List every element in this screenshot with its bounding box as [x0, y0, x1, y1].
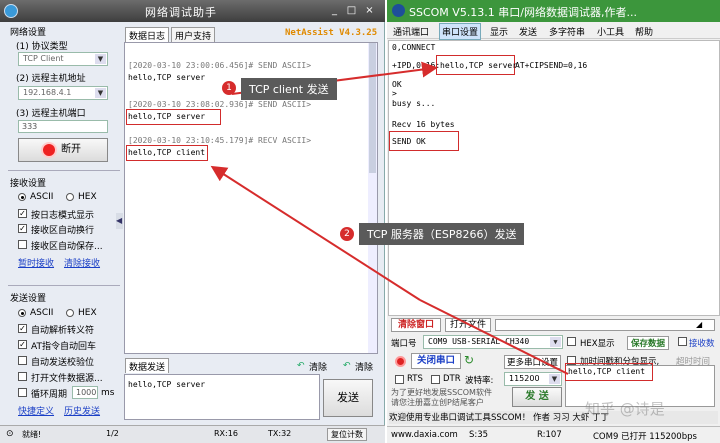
arrow-from-sscom [419, 299, 569, 375]
callout-number: 2 [340, 227, 354, 241]
callout-client-send: TCP client 发送 [241, 78, 337, 100]
annotation-arrows [210, 61, 569, 375]
callout-number: 1 [222, 81, 236, 95]
watermark: 知乎 @诗是 [585, 400, 665, 418]
callout-server-send: TCP 服务器（ESP8266）发送 [359, 223, 525, 245]
